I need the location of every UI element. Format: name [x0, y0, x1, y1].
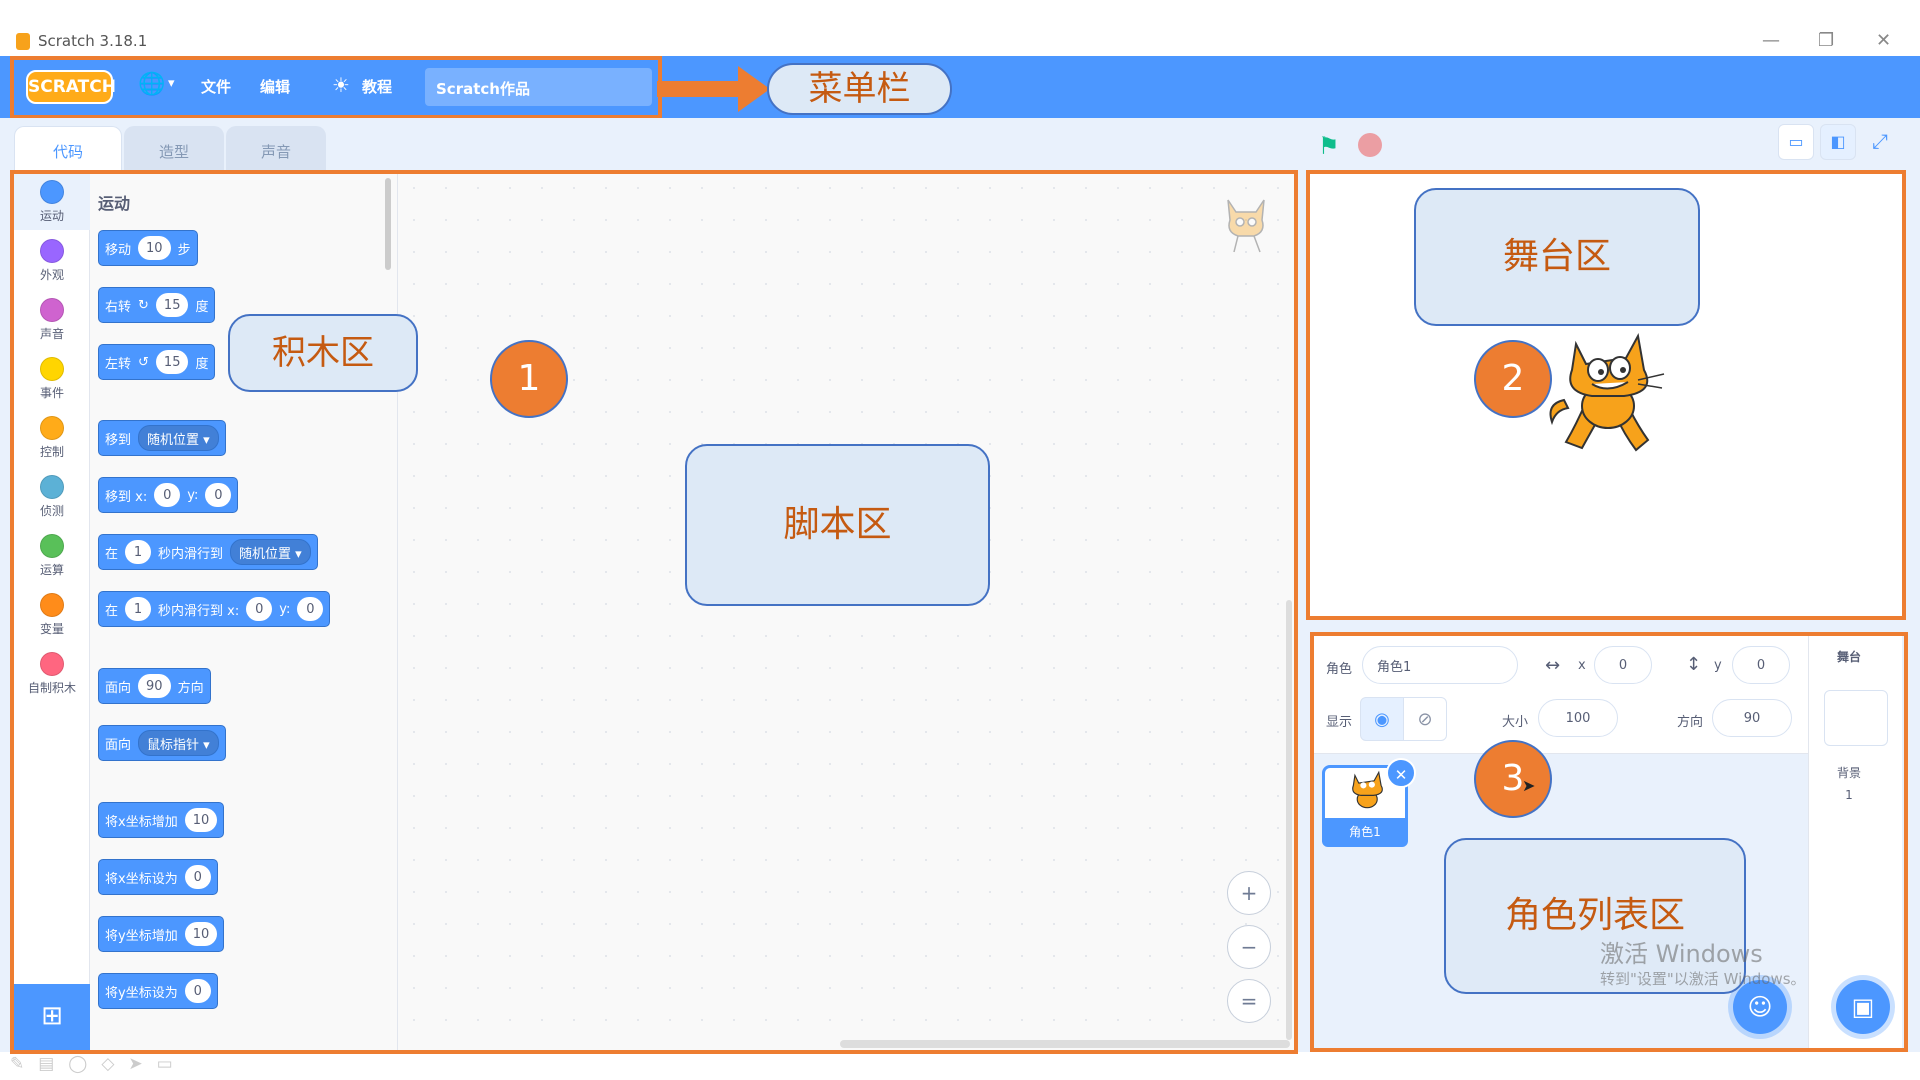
stage-annotation-label: 舞台区 [1414, 188, 1700, 326]
menubar-highlight-box [10, 56, 662, 119]
annotation-arrow-head [738, 66, 770, 112]
blocks-annotation-label: 积木区 [228, 314, 418, 392]
minimize-button[interactable]: — [1762, 30, 1780, 51]
fullscreen-icon[interactable]: ⤢ [1862, 124, 1898, 160]
mouse-cursor-icon: ➤ [1522, 776, 1536, 795]
green-flag-icon[interactable]: ⚑ [1318, 132, 1340, 160]
sounds-tab-label: 声音 [260, 143, 291, 161]
small-stage-button[interactable]: ▭ [1778, 124, 1814, 160]
bottom-toolbar-icons: ✎▤◯◇➤▭ [10, 1054, 187, 1074]
scratch-cat-sprite[interactable] [1546, 330, 1674, 460]
stop-button[interactable] [1358, 133, 1382, 157]
scratch-app-icon [16, 33, 30, 50]
code-tab-label: 代码 [52, 143, 83, 161]
annotation-number-1: 1 [490, 340, 568, 418]
window-titlebar [0, 0, 1920, 56]
close-button[interactable]: ✕ [1876, 30, 1891, 51]
annotation-number-2: 2 [1474, 340, 1552, 418]
annotation-number-3: 3 [1474, 740, 1552, 818]
code-area-highlight-box [10, 170, 1298, 1054]
restore-button[interactable]: ❐ [1818, 30, 1834, 51]
windows-activation-hint: 转到"设置"以激活 Windows。 [1600, 970, 1806, 988]
tab-sounds[interactable]: 声音 [226, 126, 326, 172]
window-title: Scratch 3.18.1 [38, 32, 148, 50]
costumes-tab-label: 造型 [158, 143, 189, 161]
menubar-annotation-label: 菜单栏 [767, 63, 952, 115]
windows-activation-watermark: 激活 Windows [1600, 940, 1763, 968]
normal-stage-button[interactable]: ◧ [1820, 124, 1856, 160]
script-annotation-label: 脚本区 [685, 444, 990, 606]
tab-costumes[interactable]: 造型 [124, 126, 224, 172]
annotation-arrow [657, 81, 743, 97]
tab-code[interactable]: 代码 [14, 126, 122, 174]
